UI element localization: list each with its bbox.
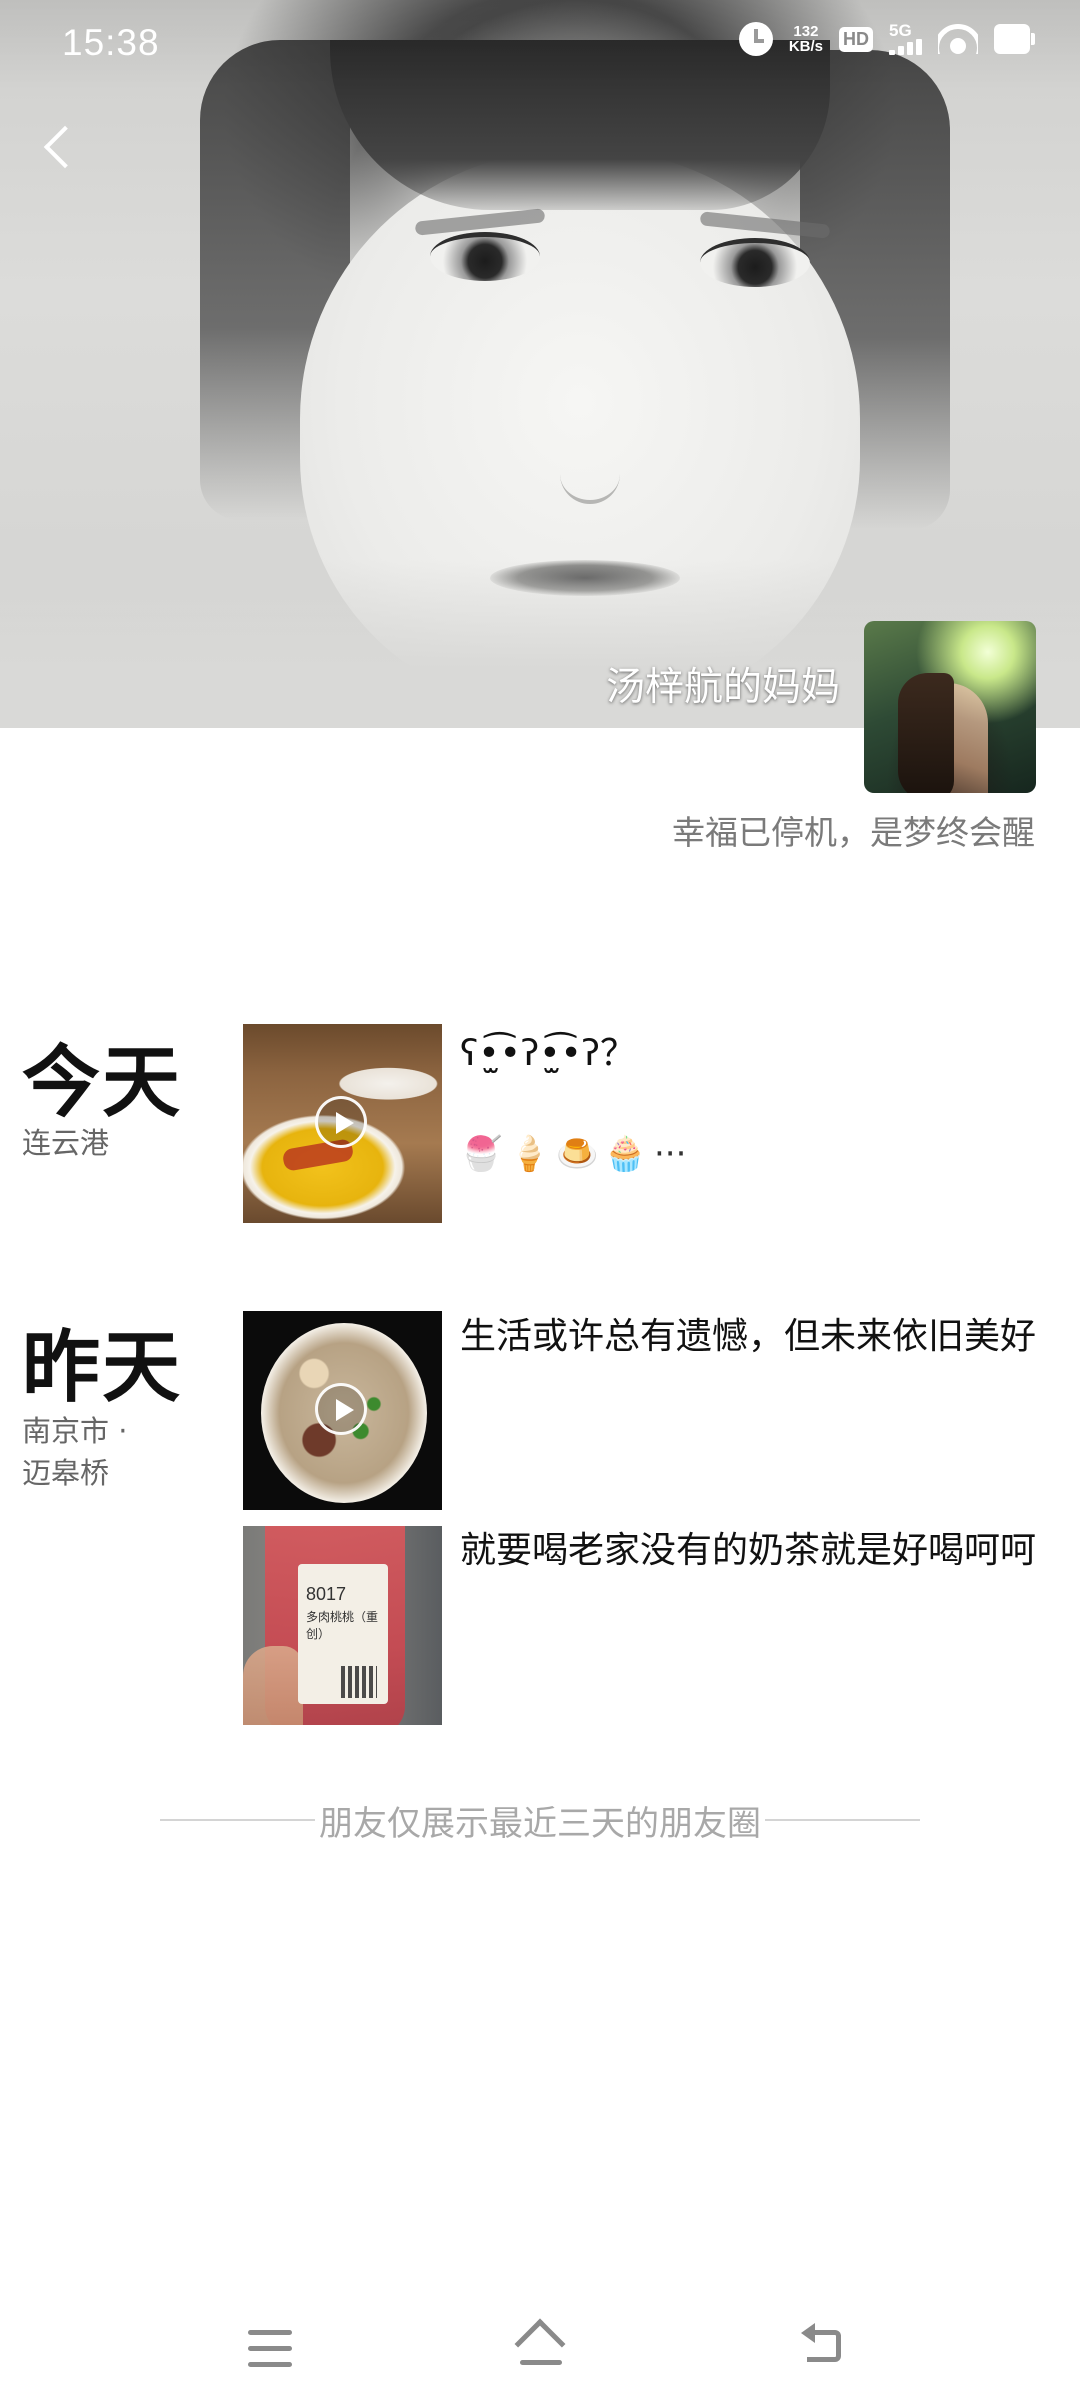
profile-signature: 幸福已停机，是梦终会醒: [672, 813, 1035, 852]
play-icon: [315, 1096, 367, 1148]
back-button[interactable]: [30, 120, 87, 176]
net-speed-value: 132: [793, 23, 819, 40]
status-bar: 15:38 132 KB/s HD 5G: [0, 0, 1080, 86]
ice-cream-emoji: 🍦: [508, 1134, 551, 1174]
hd-icon: HD: [839, 26, 873, 52]
wifi-icon: [938, 24, 978, 54]
cover-eye-right: [700, 238, 810, 287]
home-icon[interactable]: [510, 2320, 570, 2380]
hand: [243, 1646, 303, 1725]
post-thumbnail-video[interactable]: [243, 1311, 442, 1510]
post-text[interactable]: ʕ•̫͡•ʔ•̫͡•ʔ？: [460, 1030, 1040, 1078]
emoji-line[interactable]: 🍧 🍦 🍮 🧁 ···: [460, 1134, 686, 1174]
cupcake-emoji: 🧁: [604, 1134, 647, 1174]
signal-icon: 5G: [889, 21, 922, 55]
system-nav-bar: [0, 2290, 1080, 2400]
profile-name[interactable]: 汤梓航的妈妈: [606, 656, 840, 712]
back-arrow-icon[interactable]: [795, 2320, 855, 2380]
battery-icon: [994, 24, 1035, 54]
location-yesterday-area: 迈皋桥: [22, 1456, 110, 1490]
cover-image[interactable]: [0, 0, 1080, 728]
signal-bars-icon: [889, 39, 922, 55]
divider-right: [765, 1819, 920, 1821]
post-thumbnail-photo[interactable]: 8017 多肉桃桃（重创）: [243, 1526, 442, 1725]
location-today: 连云港: [22, 1126, 110, 1160]
cover-eye-left: [430, 232, 540, 281]
post-text[interactable]: 就要喝老家没有的奶茶就是好喝呵呵: [460, 1527, 1040, 1575]
shaved-ice-emoji: 🍧: [460, 1134, 503, 1174]
chevron-left-icon: [43, 125, 87, 169]
footer-note: 朋友仅展示最近三天的朋友圈: [160, 1798, 920, 1844]
status-time: 15:38: [62, 22, 160, 63]
status-icons: 132 KB/s HD 5G: [738, 21, 1035, 56]
custard-emoji: 🍮: [556, 1134, 599, 1174]
ellipsis: ···: [654, 1134, 687, 1174]
day-label-yesterday: 昨天: [22, 1323, 183, 1413]
network-type-label: 5G: [889, 21, 912, 40]
play-icon: [315, 1383, 367, 1435]
avatar[interactable]: [864, 621, 1036, 793]
day-label-today: 今天: [22, 1038, 183, 1128]
net-speed: 132 KB/s: [789, 24, 823, 54]
net-speed-unit: KB/s: [788, 38, 823, 55]
footer-note-text: 朋友仅展示最近三天的朋友圈: [319, 1803, 761, 1844]
cup-label-name: 多肉桃桃（重创）: [306, 1610, 379, 1641]
cup-label-number: 8017: [306, 1584, 347, 1604]
post-text[interactable]: 生活或许总有遗憾，但未来依旧美好: [460, 1313, 1040, 1361]
location-yesterday-city: 南京市 ·: [22, 1414, 128, 1448]
divider-left: [160, 1819, 315, 1821]
menu-icon[interactable]: [240, 2320, 300, 2380]
alarm-icon: [738, 22, 773, 56]
qr-code-icon: [341, 1666, 377, 1698]
post-thumbnail-video[interactable]: [243, 1024, 442, 1223]
avatar-hair: [898, 673, 954, 793]
